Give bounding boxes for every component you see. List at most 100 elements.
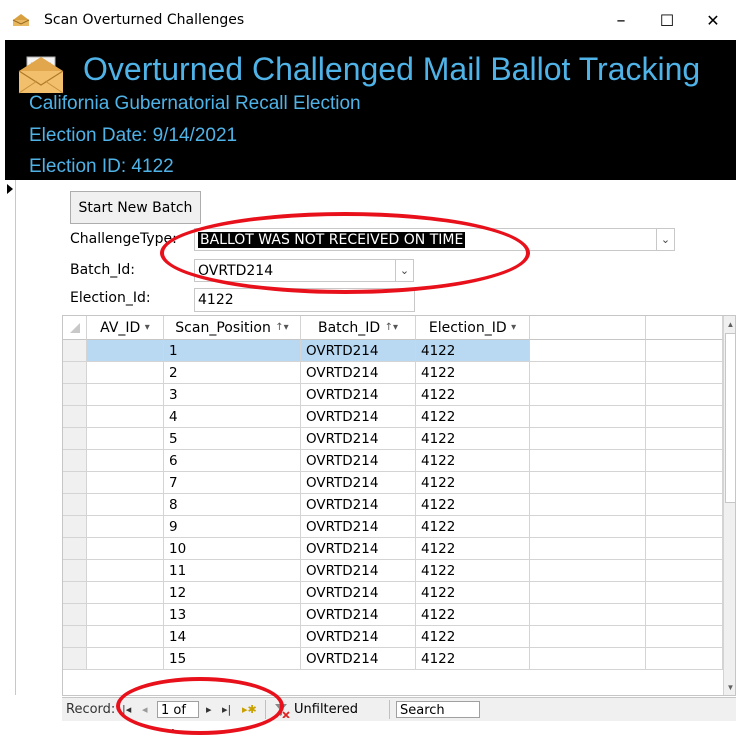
table-row[interactable]: 3 OVRTD214 4122 (63, 384, 723, 406)
row-selector[interactable] (63, 516, 87, 538)
cell-empty[interactable] (530, 384, 646, 406)
cell-scan-position[interactable]: 1 (164, 340, 301, 362)
new-record-icon[interactable]: ▸✱ (242, 701, 257, 719)
row-selector[interactable] (63, 604, 87, 626)
cell-scan-position[interactable]: 5 (164, 428, 301, 450)
challenge-type-combo[interactable]: BALLOT WAS NOT RECEIVED ON TIME ⌄ (194, 228, 675, 251)
column-header-empty[interactable] (530, 316, 646, 340)
close-button[interactable]: ✕ (690, 0, 736, 40)
table-row[interactable]: 12 OVRTD214 4122 (63, 582, 723, 604)
cell-scan-position[interactable]: 7 (164, 472, 301, 494)
cell-scan-position[interactable]: 15 (164, 648, 301, 670)
row-selector[interactable] (63, 494, 87, 516)
cell-election-id[interactable]: 4122 (416, 406, 530, 428)
cell-av-id[interactable] (87, 560, 164, 582)
cell-batch-id[interactable]: OVRTD214 (301, 450, 416, 472)
cell-batch-id[interactable]: OVRTD214 (301, 648, 416, 670)
cell-scan-position[interactable]: 14 (164, 626, 301, 648)
minimize-button[interactable]: – (598, 0, 644, 40)
cell-election-id[interactable]: 4122 (416, 604, 530, 626)
cell-election-id[interactable]: 4122 (416, 340, 530, 362)
previous-record-icon[interactable]: ◂ (142, 701, 148, 719)
cell-scan-position[interactable]: 8 (164, 494, 301, 516)
vertical-scrollbar[interactable]: ▲ ▼ (723, 316, 735, 695)
next-record-icon[interactable]: ▸ (206, 701, 212, 719)
cell-empty[interactable] (530, 626, 646, 648)
cell-scan-position[interactable]: 10 (164, 538, 301, 560)
cell-av-id[interactable] (87, 516, 164, 538)
first-record-icon[interactable]: |◂ (122, 701, 131, 719)
table-row[interactable]: 9 OVRTD214 4122 (63, 516, 723, 538)
cell-empty[interactable] (530, 340, 646, 362)
table-row[interactable]: 14 OVRTD214 4122 (63, 626, 723, 648)
cell-election-id[interactable]: 4122 (416, 560, 530, 582)
cell-av-id[interactable] (87, 604, 164, 626)
cell-scan-position[interactable]: 12 (164, 582, 301, 604)
column-menu-icon[interactable]: ▾ (145, 322, 150, 333)
cell-election-id[interactable]: 4122 (416, 428, 530, 450)
cell-batch-id[interactable]: OVRTD214 (301, 362, 416, 384)
cell-av-id[interactable] (87, 362, 164, 384)
table-row[interactable]: 13 OVRTD214 4122 (63, 604, 723, 626)
cell-empty[interactable] (646, 494, 723, 516)
table-row[interactable]: 7 OVRTD214 4122 (63, 472, 723, 494)
cell-election-id[interactable]: 4122 (416, 516, 530, 538)
cell-empty[interactable] (530, 560, 646, 582)
cell-empty[interactable] (530, 406, 646, 428)
cell-batch-id[interactable]: OVRTD214 (301, 538, 416, 560)
search-input[interactable]: Search (396, 701, 480, 718)
table-row[interactable]: 11 OVRTD214 4122 (63, 560, 723, 582)
column-header-av-id[interactable]: AV_ID ▾ (87, 316, 164, 340)
current-record-field[interactable]: 1 of 17 (157, 701, 199, 735)
row-selector[interactable] (63, 406, 87, 428)
scroll-up-icon[interactable]: ▲ (724, 316, 735, 332)
table-row[interactable]: 1 OVRTD214 4122 (63, 340, 723, 362)
cell-scan-position[interactable]: 11 (164, 560, 301, 582)
cell-election-id[interactable]: 4122 (416, 648, 530, 670)
table-row[interactable]: 10 OVRTD214 4122 (63, 538, 723, 560)
cell-scan-position[interactable]: 9 (164, 516, 301, 538)
column-header-scan-position[interactable]: Scan_Position ↑▾ (164, 316, 301, 340)
cell-empty[interactable] (646, 626, 723, 648)
column-menu-icon[interactable]: ▾ (511, 322, 516, 333)
start-new-batch-button[interactable]: Start New Batch (70, 191, 201, 224)
row-selector[interactable] (63, 626, 87, 648)
table-row[interactable]: 2 OVRTD214 4122 (63, 362, 723, 384)
cell-batch-id[interactable]: OVRTD214 (301, 472, 416, 494)
cell-av-id[interactable] (87, 472, 164, 494)
table-row[interactable]: 6 OVRTD214 4122 (63, 450, 723, 472)
row-selector[interactable] (63, 538, 87, 560)
cell-empty[interactable] (646, 582, 723, 604)
sort-ascending-icon[interactable]: ↑▾ (275, 322, 288, 333)
sort-ascending-icon[interactable]: ↑▾ (385, 322, 398, 333)
cell-av-id[interactable] (87, 406, 164, 428)
election-id-field[interactable]: 4122 (194, 288, 415, 312)
cell-scan-position[interactable]: 6 (164, 450, 301, 472)
cell-av-id[interactable] (87, 494, 164, 516)
cell-batch-id[interactable]: OVRTD214 (301, 560, 416, 582)
cell-empty[interactable] (646, 340, 723, 362)
cell-empty[interactable] (646, 406, 723, 428)
row-selector[interactable] (63, 560, 87, 582)
cell-empty[interactable] (646, 472, 723, 494)
cell-election-id[interactable]: 4122 (416, 450, 530, 472)
table-row[interactable]: 15 OVRTD214 4122 (63, 648, 723, 670)
cell-election-id[interactable]: 4122 (416, 362, 530, 384)
row-selector[interactable] (63, 582, 87, 604)
column-header-batch-id[interactable]: Batch_ID ↑▾ (301, 316, 416, 340)
cell-batch-id[interactable]: OVRTD214 (301, 494, 416, 516)
last-record-icon[interactable]: ▸| (222, 701, 231, 719)
table-row[interactable]: 8 OVRTD214 4122 (63, 494, 723, 516)
column-header-election-id[interactable]: Election_ID ▾ (416, 316, 530, 340)
cell-batch-id[interactable]: OVRTD214 (301, 340, 416, 362)
batch-id-combo[interactable]: OVRTD214 ⌄ (194, 259, 414, 282)
chevron-down-icon[interactable]: ⌄ (656, 229, 674, 250)
cell-batch-id[interactable]: OVRTD214 (301, 582, 416, 604)
cell-batch-id[interactable]: OVRTD214 (301, 604, 416, 626)
row-selector[interactable] (63, 472, 87, 494)
cell-election-id[interactable]: 4122 (416, 472, 530, 494)
cell-election-id[interactable]: 4122 (416, 538, 530, 560)
cell-batch-id[interactable]: OVRTD214 (301, 428, 416, 450)
cell-batch-id[interactable]: OVRTD214 (301, 626, 416, 648)
cell-av-id[interactable] (87, 626, 164, 648)
